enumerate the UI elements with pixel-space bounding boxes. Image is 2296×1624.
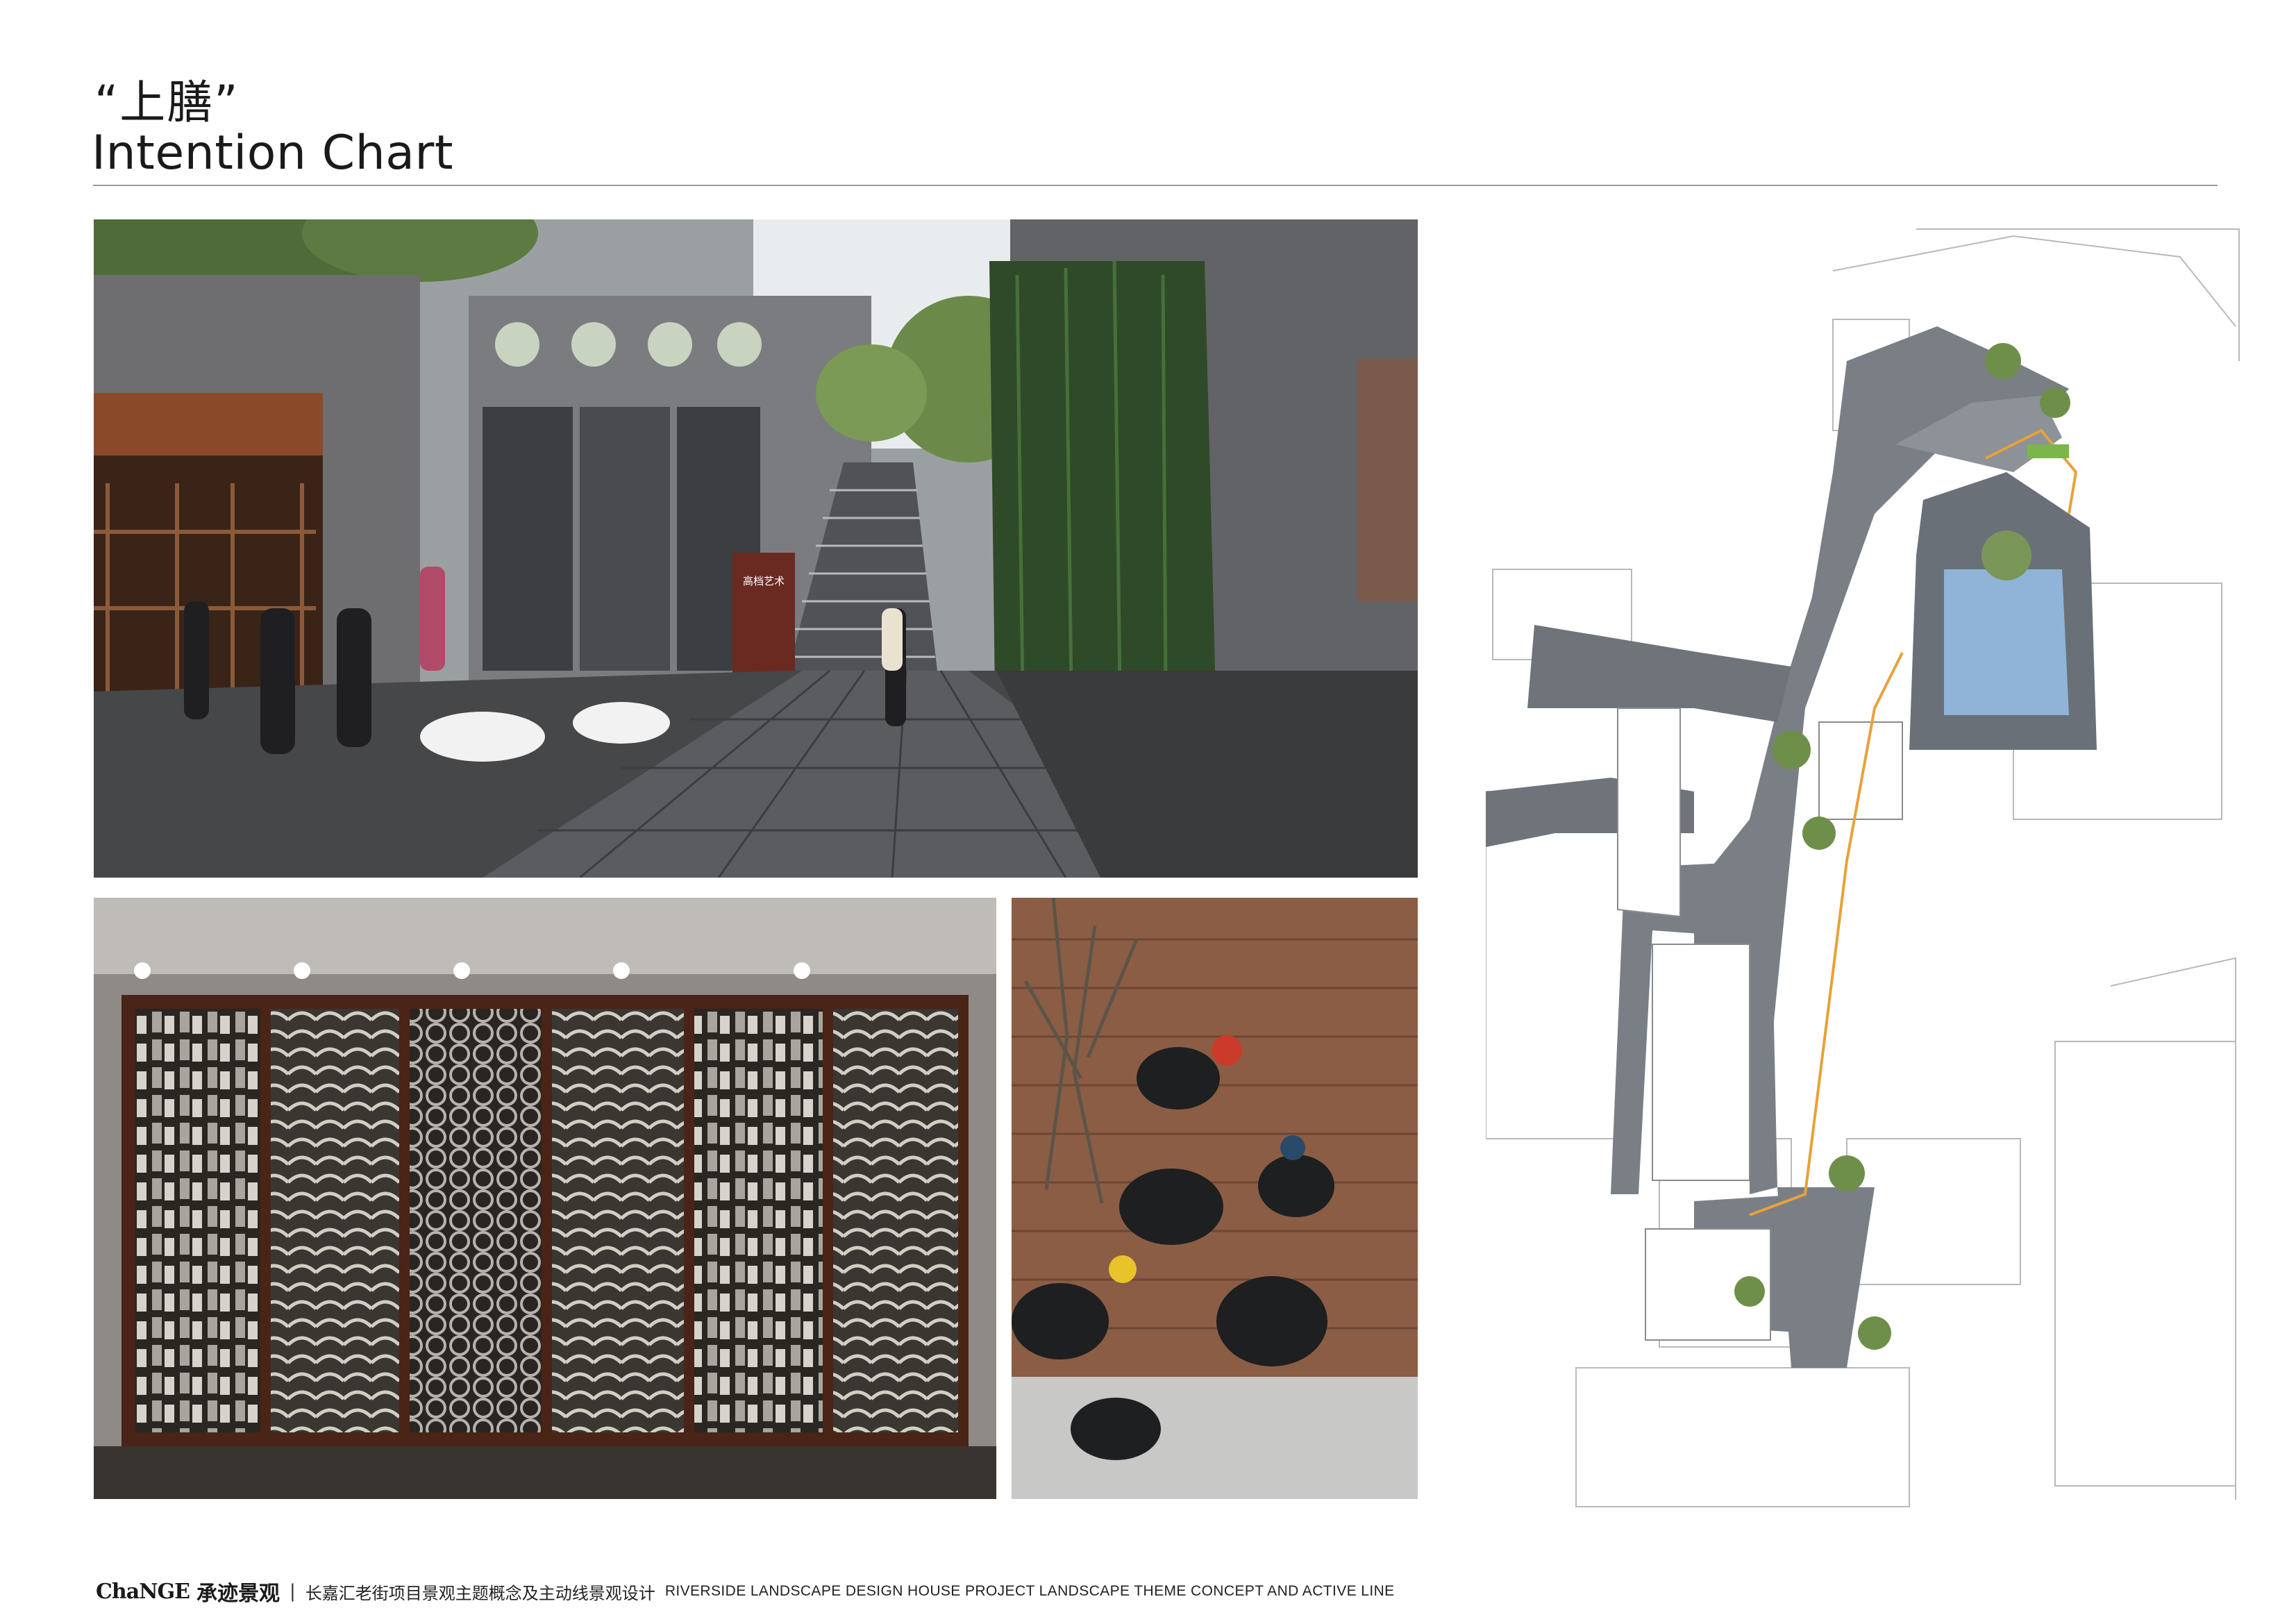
screen-panel-image bbox=[94, 898, 996, 1499]
site-plan-drawing bbox=[1486, 222, 2243, 1514]
page-title-chinese: “上膳” bbox=[94, 76, 240, 129]
footer-project-title-english: RIVERSIDE LANDSCAPE DESIGN HOUSE PROJECT… bbox=[664, 1583, 1395, 1599]
header-divider bbox=[93, 185, 2218, 186]
logo-chinese-name: 承迹景观 bbox=[196, 1582, 280, 1606]
page-title: Intention Chart bbox=[92, 126, 453, 181]
logo-mark: ChaNGE bbox=[96, 1579, 190, 1604]
footer: ChaNGE 承迹景观 | 长嘉汇老街项目景观主题概念及主动线景观设计 RIVE… bbox=[96, 1576, 1395, 1607]
street-rendering-image: 高档艺术 bbox=[94, 219, 1418, 878]
footer-project-title-chinese: 长嘉汇老街项目景观主题概念及主动线景观设计 bbox=[305, 1583, 655, 1603]
plaza-aerial-image bbox=[1012, 898, 1418, 1499]
footer-separator: | bbox=[290, 1581, 296, 1602]
company-logo: ChaNGE 承迹景观 bbox=[96, 1576, 280, 1607]
street-sign-label: 高档艺术 bbox=[743, 575, 785, 587]
